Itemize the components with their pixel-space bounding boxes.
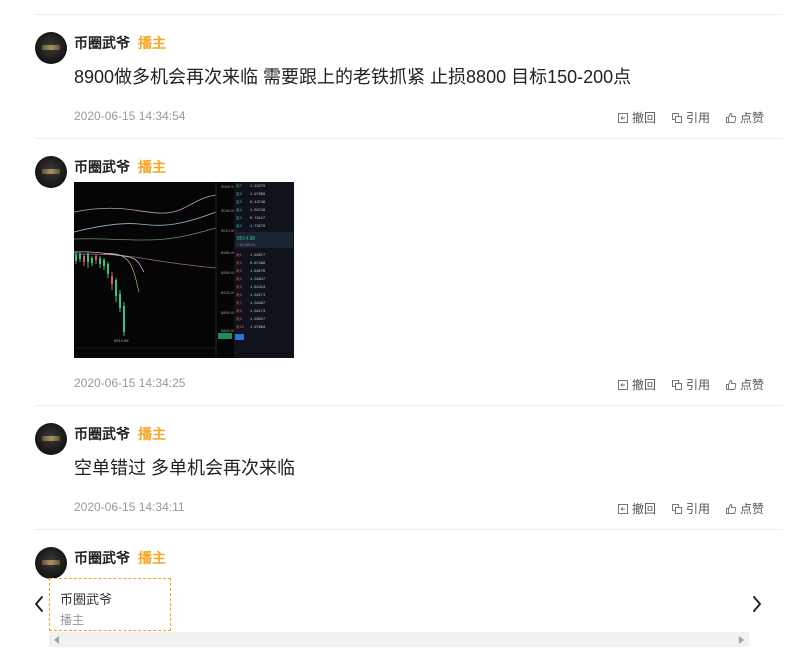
- like-label: 点赞: [739, 378, 764, 392]
- chevron-right-icon: [753, 596, 761, 612]
- post-timestamp: 2020-06-15 14:34:54: [74, 109, 186, 123]
- quote-button[interactable]: 引用: [671, 500, 710, 517]
- revoke-icon: [617, 379, 628, 390]
- revoke-button[interactable]: 撤回: [617, 109, 656, 126]
- thumbs-up-icon: [725, 112, 737, 123]
- post-timestamp: 2020-06-15 14:34:25: [74, 376, 186, 390]
- quote-label: 引用: [685, 111, 710, 125]
- horizontal-scrollbar[interactable]: [49, 632, 749, 647]
- quote-icon: [671, 379, 682, 390]
- svg-text:9069.94: 9069.94: [221, 184, 236, 189]
- author-line: 币圈武爷 播主: [74, 424, 166, 444]
- feed-top-divider: [35, 14, 783, 15]
- speaker-role: 播主: [60, 613, 85, 627]
- chevron-left-icon: [35, 596, 43, 612]
- svg-text:1.03027: 1.03027: [250, 318, 265, 322]
- svg-text:1.23270: 1.23270: [250, 185, 265, 189]
- svg-text:1.03748: 1.03748: [250, 209, 265, 213]
- svg-text:1.59647: 1.59647: [250, 278, 265, 282]
- role-badge: 播主: [138, 426, 166, 442]
- post-timestamp: 2020-06-15 14:34:11: [74, 500, 185, 514]
- quote-label: 引用: [685, 502, 710, 516]
- revoke-icon: [617, 503, 628, 514]
- avatar[interactable]: [35, 32, 67, 64]
- thumbs-up-icon: [725, 379, 737, 390]
- quote-icon: [671, 112, 682, 123]
- svg-text:0.87466: 0.87466: [250, 262, 265, 266]
- post-item: 币圈武爷 播主 8900做多机会再次来临 需要跟上的老铁抓紧 止损8800 目标1…: [35, 30, 783, 140]
- avatar[interactable]: [35, 156, 67, 188]
- post-content: 空单错过 多单机会再次来临: [74, 458, 295, 478]
- revoke-button[interactable]: 撤回: [617, 376, 656, 393]
- avatar[interactable]: [35, 423, 67, 455]
- post-item: 币圈武爷 播主 空单错过 多单机会再次来临 2020-06-15 14:34:11…: [35, 421, 783, 531]
- svg-text:1.97984: 1.97984: [250, 326, 265, 330]
- revoke-label: 撤回: [631, 378, 656, 392]
- svg-text:9040.00: 9040.00: [221, 208, 236, 213]
- post-divider: [35, 138, 783, 139]
- svg-text:8914.98: 8914.98: [237, 236, 255, 242]
- post-divider: [35, 405, 783, 406]
- author-name[interactable]: 币圈武爷: [74, 426, 130, 442]
- post-divider: [35, 529, 783, 530]
- svg-text:≈ 63,380.01: ≈ 63,380.01: [237, 243, 256, 247]
- post-image[interactable]: 8914.98 9069.94 9040.00 9010.00 8980.00 …: [74, 182, 294, 358]
- svg-text:8980.00: 8980.00: [221, 250, 236, 255]
- svg-text:1.83576: 1.83576: [250, 270, 265, 274]
- like-label: 点赞: [739, 111, 764, 125]
- author-line: 币圈武爷 播主: [74, 33, 166, 53]
- post-actions: 撤回 引用 点赞: [617, 500, 764, 517]
- quote-icon: [671, 503, 682, 514]
- svg-text:8950.00: 8950.00: [221, 270, 236, 275]
- svg-text:1.02171: 1.02171: [250, 294, 265, 298]
- next-speaker-button[interactable]: [750, 594, 764, 614]
- svg-text:1.59487: 1.59487: [250, 302, 265, 306]
- quote-label: 引用: [685, 378, 710, 392]
- revoke-icon: [617, 112, 628, 123]
- revoke-label: 撤回: [631, 111, 656, 125]
- svg-text:0.13746: 0.13746: [250, 201, 265, 205]
- revoke-button[interactable]: 撤回: [617, 500, 656, 517]
- svg-text:0.74117: 0.74117: [250, 217, 265, 221]
- svg-text:1.97308: 1.97308: [250, 193, 265, 197]
- revoke-label: 撤回: [631, 502, 656, 516]
- svg-text:1.94877: 1.94877: [250, 254, 265, 258]
- scroll-right-arrow-icon[interactable]: [739, 636, 744, 644]
- author-name[interactable]: 币圈武爷: [74, 550, 130, 566]
- like-label: 点赞: [739, 502, 764, 516]
- post-item: 币圈武爷 播主: [35, 545, 783, 579]
- thumbs-up-icon: [725, 503, 737, 514]
- svg-text:8914.98: 8914.98: [114, 338, 129, 343]
- svg-text:1.02174: 1.02174: [250, 310, 265, 314]
- author-name[interactable]: 币圈武爷: [74, 35, 130, 51]
- speaker-name: 币圈武爷: [60, 592, 113, 607]
- post-actions: 撤回 引用 点赞: [617, 109, 764, 126]
- svg-text:8860.00: 8860.00: [221, 328, 236, 333]
- like-button[interactable]: 点赞: [725, 500, 764, 517]
- trading-chart-thumbnail: 8914.98 9069.94 9040.00 9010.00 8980.00 …: [74, 182, 294, 358]
- svg-text:1.73270: 1.73270: [250, 225, 265, 229]
- svg-text:9010.00: 9010.00: [221, 228, 236, 233]
- avatar[interactable]: [35, 547, 67, 579]
- like-button[interactable]: 点赞: [725, 376, 764, 393]
- live-feed: 币圈武爷 播主 8900做多机会再次来临 需要跟上的老铁抓紧 止损8800 目标1…: [0, 0, 796, 651]
- author-line: 币圈武爷 播主: [74, 548, 166, 568]
- role-badge: 播主: [138, 550, 166, 566]
- svg-text:8890.00: 8890.00: [221, 310, 236, 315]
- speaker-card[interactable]: 币圈武爷 播主: [49, 578, 171, 631]
- role-badge: 播主: [138, 35, 166, 51]
- svg-text:1.82413: 1.82413: [250, 286, 265, 290]
- post-content: 8900做多机会再次来临 需要跟上的老铁抓紧 止损8800 目标150-200点: [74, 67, 632, 87]
- svg-text:8920.00: 8920.00: [221, 290, 236, 295]
- author-line: 币圈武爷 播主: [74, 157, 166, 177]
- scroll-left-arrow-icon[interactable]: [54, 636, 59, 644]
- quote-button[interactable]: 引用: [671, 109, 710, 126]
- post-actions: 撤回 引用 点赞: [617, 376, 764, 393]
- author-name[interactable]: 币圈武爷: [74, 159, 130, 175]
- role-badge: 播主: [138, 159, 166, 175]
- like-button[interactable]: 点赞: [725, 109, 764, 126]
- prev-speaker-button[interactable]: [32, 594, 46, 614]
- post-item: 币圈武爷 播主: [35, 154, 783, 406]
- quote-button[interactable]: 引用: [671, 376, 710, 393]
